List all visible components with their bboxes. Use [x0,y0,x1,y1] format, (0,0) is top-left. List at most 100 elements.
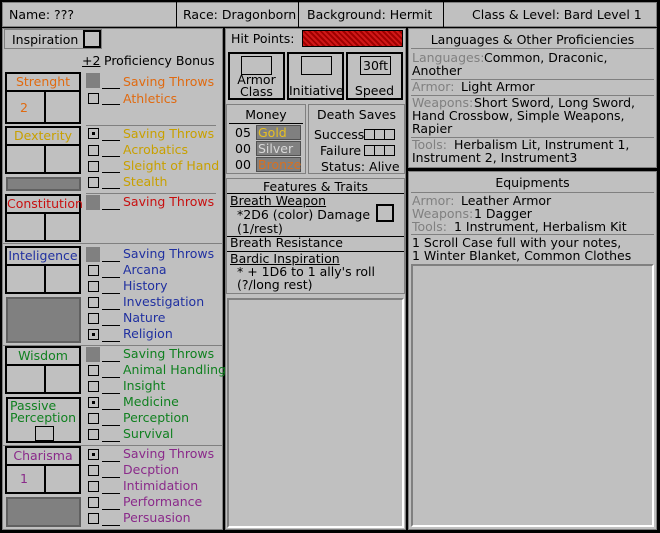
bardic-inspiration-line2: (?/long rest) [237,277,313,292]
armor-prof-value: Light Armor [461,79,535,94]
int-marker [86,247,100,262]
skill-survival[interactable]: Survival [123,426,173,441]
gold-label: Gold [258,125,287,140]
constitution-marker [86,195,100,210]
animal-handling-checkbox[interactable] [88,365,99,376]
strength-score[interactable]: 2 [20,100,28,115]
armor-class-label: Armor Class [237,72,276,99]
class-level-field[interactable]: Class & Level: Bard Level 1 [444,2,657,27]
skill-nature[interactable]: Nature [123,310,165,325]
languages-line1: Common, Draconic, [484,50,608,65]
background-field[interactable]: Background: Hermit [299,2,444,27]
breath-weapon-checkbox[interactable] [376,204,394,222]
skill-animal-handling[interactable]: Animal Handling [123,362,226,377]
skill-saving-throws-str[interactable]: Saving Throws [123,74,214,89]
equipment-panel: Equipments Armor: Leather Armor Weapons:… [408,171,657,530]
silver-amount[interactable]: 00 [235,141,251,156]
arcana-checkbox[interactable] [88,265,99,276]
investigation-checkbox[interactable] [88,297,99,308]
bronze-amount[interactable]: 00 [235,157,251,172]
skill-saving-throws-cha[interactable]: Saving Throws [123,446,214,461]
religion-checkbox[interactable] [88,329,99,340]
speed-box[interactable]: 30ft Speed [346,52,403,100]
speed-value: 30ft [363,58,388,73]
skill-stealth[interactable]: Stealth [123,174,167,189]
skill-history[interactable]: History [123,278,167,293]
history-checkbox[interactable] [88,281,99,292]
skill-religion[interactable]: Religion [123,326,173,341]
strength-box: Strenght 2 [5,72,81,124]
deception-checkbox[interactable] [88,465,99,476]
passive-perception-label: Passive Perception [10,398,77,425]
performance-checkbox[interactable] [88,497,99,508]
skill-deception[interactable]: Decption [123,462,179,477]
proficiency-label: Proficiency Bonus [104,53,215,68]
skill-intimidation[interactable]: Intimidation [123,478,198,493]
skill-sleight-of-hand[interactable]: Sleight of Hand [123,158,219,173]
speed-value-box[interactable]: 30ft [360,56,391,75]
athletics-checkbox[interactable] [88,93,99,104]
gold-tag: Gold [256,125,301,140]
armor-class-box[interactable]: Armor Class [228,52,285,100]
dex-saving-checkbox[interactable] [88,128,99,139]
survival-checkbox[interactable] [88,429,99,440]
persuasion-checkbox[interactable] [88,513,99,524]
skill-arcana[interactable]: Arcana [123,262,167,277]
skill-medicine[interactable]: Medicine [123,394,179,409]
skill-saving-throws-wis[interactable]: Saving Throws [123,346,214,361]
name-field[interactable]: Name: ??? [2,2,177,27]
death-saves-box: Death Saves Success Failure Status: Aliv… [308,104,405,174]
insight-checkbox[interactable] [88,381,99,392]
intelligence-notes [6,297,81,343]
notes-area[interactable] [227,298,404,528]
intelligence-box: Inteligence [5,246,81,294]
failure-box-3[interactable] [384,145,395,156]
skill-performance[interactable]: Performance [123,494,202,509]
skill-saving-throws-dex[interactable]: Saving Throws [123,126,214,141]
skill-perception[interactable]: Perception [123,410,189,425]
silver-label: Silver [258,141,294,156]
passive-perception-box: Passive Perception [6,397,81,443]
charisma-score[interactable]: 1 [20,471,28,486]
weapons-prof-line3: Rapier [412,121,453,136]
dexterity-name: Dexterity [7,128,79,146]
gold-amount[interactable]: 05 [235,125,251,140]
sleight-checkbox[interactable] [88,161,99,172]
bronze-tag: Bronze [256,157,301,172]
tools-prof-line2: Instrument 2, Instrument3 [412,150,578,165]
success-box-3[interactable] [384,129,395,140]
skill-acrobatics[interactable]: Acrobatics [123,142,188,157]
acrobatics-checkbox[interactable] [88,145,99,156]
stealth-checkbox[interactable] [88,177,99,188]
nature-checkbox[interactable] [88,313,99,324]
hp-label: Hit Points: [231,31,295,46]
equip-line2: 1 Winter Blanket, Common Clothes [412,248,632,263]
skill-saving-throws-int[interactable]: Saving Throws [123,246,214,261]
race-label: Race: Dragonborn [183,7,297,22]
intimidation-checkbox[interactable] [88,481,99,492]
skill-athletics[interactable]: Athletics [123,91,177,106]
skill-persuasion[interactable]: Persuasion [123,510,191,525]
failure-label: Failure [320,143,362,158]
hp-bar[interactable] [302,30,403,47]
passive-perception-value[interactable] [35,426,54,441]
race-field[interactable]: Race: Dragonborn [177,2,299,27]
skill-insight[interactable]: Insight [123,378,165,393]
cha-saving-checkbox[interactable] [88,449,99,460]
skill-saving-throws-con[interactable]: Saving Throws [123,194,214,209]
languages-panel: Languages & Other Proficiencies Language… [408,28,657,168]
intelligence-name: Inteligence [7,248,79,266]
initiative-value[interactable] [301,56,332,75]
languages-title: Languages & Other Proficiencies [430,32,635,47]
proficiency-value: +2 [82,53,101,68]
skill-investigation[interactable]: Investigation [123,294,204,309]
equipment-title: Equipments [495,175,570,190]
initiative-box[interactable]: Initiative [287,52,344,100]
armor-prof-label: Armor: [412,79,455,94]
medicine-checkbox[interactable] [88,397,99,408]
constitution-name: Constitution [7,196,83,214]
equipment-notes[interactable] [411,264,654,527]
class-level-label: Class & Level: Bard Level 1 [472,7,642,22]
inspiration-checkbox[interactable] [83,30,101,48]
perception-checkbox[interactable] [88,413,99,424]
